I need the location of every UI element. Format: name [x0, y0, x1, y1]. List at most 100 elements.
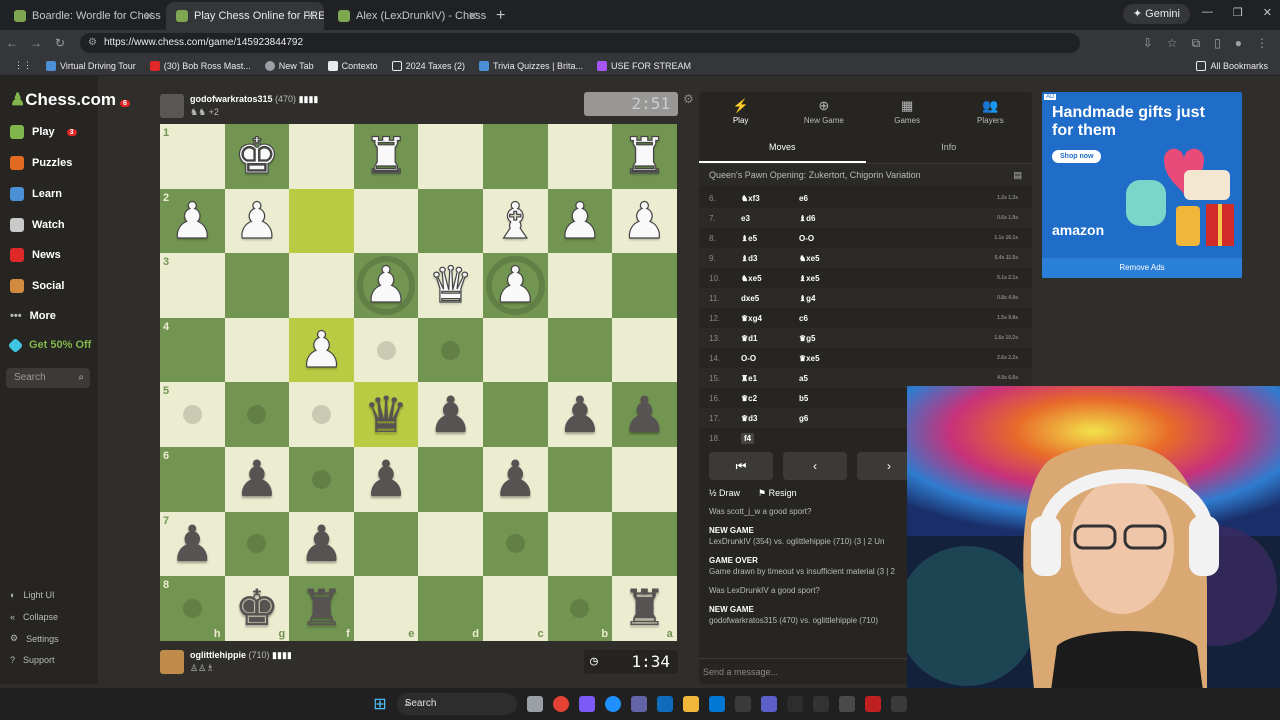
- board-square[interactable]: [418, 446, 483, 512]
- board-square[interactable]: ♟: [547, 382, 613, 447]
- legal-move-dot[interactable]: [505, 534, 525, 554]
- capture-ring[interactable]: [485, 256, 545, 315]
- windows-start-icon[interactable]: ⊞: [373, 694, 386, 714]
- bookmark-folder[interactable]: 2024 Taxes (2): [391, 60, 465, 71]
- board-square[interactable]: ♜ f: [289, 576, 354, 641]
- white-move[interactable]: ♛c2: [725, 394, 789, 403]
- black-move[interactable]: ♝d6: [789, 214, 909, 223]
- legal-move-dot[interactable]: [311, 469, 331, 489]
- black-pawn-icon[interactable]: ♟: [557, 390, 602, 440]
- board-square[interactable]: [482, 511, 548, 577]
- tab-info[interactable]: Info: [866, 130, 1033, 163]
- board-square[interactable]: [547, 317, 613, 383]
- collapse-button[interactable]: « Collapse: [10, 612, 58, 622]
- board-square[interactable]: b: [547, 576, 613, 641]
- mail-icon[interactable]: [656, 696, 673, 712]
- minimize-icon[interactable]: —: [1202, 6, 1213, 19]
- browser-tab[interactable]: Alex (LexDrunkIV) - Chess Profi✕: [328, 2, 486, 30]
- apps-icon[interactable]: ⋮⋮: [14, 60, 32, 71]
- white-move[interactable]: f4: [725, 432, 789, 444]
- board-square[interactable]: 8h: [160, 576, 225, 641]
- chess-board[interactable]: 1 ♚ ♜ ♜ ♟ 2 ♟ ♝ ♟ ♟ 3 ♟ ♛ ♟ 4 ♟ 5 ♛ ♟ ♟ ♟ 6 ♟ ♟ ♟ ♟ 7 ♟ 8 h ♚ g ♜ f e d c b ♜ a: [160, 124, 677, 641]
- board-square[interactable]: [612, 511, 677, 577]
- board-square[interactable]: ♟: [482, 446, 548, 512]
- board-square[interactable]: ♟: [612, 382, 677, 447]
- black-move[interactable]: ♞xe5: [789, 254, 909, 263]
- back-arrow-icon[interactable]: ←: [0, 36, 24, 50]
- board-square[interactable]: ♚: [224, 124, 290, 189]
- black-pawn-icon[interactable]: ♟: [493, 454, 538, 504]
- white-move[interactable]: ♞xe5: [725, 274, 789, 283]
- board-square[interactable]: e: [353, 576, 419, 641]
- board-square[interactable]: [353, 317, 419, 383]
- white-move[interactable]: ♛d1: [725, 334, 789, 343]
- forward-arrow-icon[interactable]: →: [24, 36, 48, 50]
- white-move[interactable]: dxe5: [725, 294, 789, 303]
- board-square[interactable]: ♜ a: [612, 576, 677, 641]
- game-icon[interactable]: [864, 696, 881, 712]
- tab-close-icon[interactable]: ✕: [144, 2, 154, 30]
- board-square[interactable]: [482, 382, 548, 447]
- black-king-icon[interactable]: ♚: [234, 583, 279, 633]
- sidebar-search-input[interactable]: Search ⌕: [6, 368, 90, 388]
- legal-move-dot[interactable]: [441, 340, 461, 360]
- board-square[interactable]: [418, 511, 483, 577]
- bookmark-item[interactable]: (30) Bob Ross Mast...: [149, 60, 251, 71]
- board-square[interactable]: ♟: [353, 253, 419, 318]
- board-square[interactable]: 4: [160, 317, 225, 383]
- sidebar-item-news[interactable]: News: [10, 248, 61, 262]
- extensions-icon[interactable]: ⧉: [1192, 36, 1201, 51]
- advertisement[interactable]: AD Handmade gifts just for them Shop now…: [1042, 92, 1242, 278]
- legal-move-dot[interactable]: [247, 534, 267, 554]
- bookmark-item[interactable]: USE FOR STREAM: [597, 60, 691, 71]
- black-move[interactable]: c6: [789, 314, 909, 323]
- address-bar[interactable]: ⚙ https://www.chess.com/game/145923844792: [80, 33, 1080, 53]
- white-move[interactable]: ♛xg4: [725, 314, 789, 323]
- white-move[interactable]: O-O: [725, 354, 789, 363]
- white-move[interactable]: ♝e5: [725, 234, 789, 243]
- resign-button[interactable]: ⚑ Resign: [758, 488, 797, 502]
- board-square[interactable]: [289, 382, 354, 447]
- board-square[interactable]: [418, 317, 483, 383]
- obs-icon[interactable]: [890, 696, 907, 712]
- tab-games[interactable]: ▦ Games: [866, 92, 949, 130]
- board-square[interactable]: ♟: [482, 253, 548, 318]
- capcut-icon[interactable]: [812, 696, 829, 712]
- tab-close-icon[interactable]: ✕: [306, 2, 316, 30]
- board-square[interactable]: [482, 317, 548, 383]
- board-square[interactable]: 5: [160, 382, 225, 447]
- black-pawn-icon[interactable]: ♟: [428, 390, 473, 440]
- sidebar-item-watch[interactable]: Watch: [10, 218, 65, 232]
- board-square[interactable]: [289, 188, 354, 254]
- light-ui-toggle[interactable]: ◐ Light UI: [10, 590, 54, 600]
- previous-move-button[interactable]: ‹: [783, 452, 847, 480]
- chesscom-logo[interactable]: ♟Chess.com 6: [10, 90, 130, 110]
- board-square[interactable]: ♟: [289, 511, 354, 577]
- board-square[interactable]: ♟: [418, 382, 483, 447]
- board-square[interactable]: ♟: [224, 446, 290, 512]
- board-square[interactable]: [612, 446, 677, 512]
- black-move[interactable]: ♝xe5: [789, 274, 909, 283]
- capture-ring[interactable]: [356, 256, 416, 315]
- board-square[interactable]: [547, 511, 613, 577]
- legal-move-dot[interactable]: [311, 405, 331, 425]
- bookmark-item[interactable]: Trivia Quizzes | Brita...: [479, 60, 583, 71]
- board-square[interactable]: ♟ 2: [160, 188, 225, 254]
- site-info-icon[interactable]: ⚙: [88, 33, 97, 53]
- white-bishop-icon[interactable]: ♝: [492, 195, 538, 246]
- board-square[interactable]: ♟: [224, 188, 290, 254]
- white-king-icon[interactable]: ♚: [234, 131, 280, 182]
- board-square[interactable]: ♜: [353, 124, 419, 189]
- board-square[interactable]: [612, 317, 677, 383]
- black-pawn-icon[interactable]: ♟: [622, 390, 667, 440]
- reload-icon[interactable]: ↻: [48, 36, 72, 50]
- white-rook-icon[interactable]: ♜: [621, 131, 667, 182]
- board-square[interactable]: [353, 511, 419, 577]
- board-square[interactable]: [547, 446, 613, 512]
- board-square[interactable]: [224, 253, 290, 318]
- black-move[interactable]: e6: [789, 194, 909, 203]
- profile-icon[interactable]: ●: [1235, 36, 1242, 51]
- black-pawn-icon[interactable]: ♟: [364, 454, 409, 504]
- legal-move-dot[interactable]: [247, 405, 267, 425]
- tab-new-game[interactable]: ⊕ New Game: [782, 92, 865, 130]
